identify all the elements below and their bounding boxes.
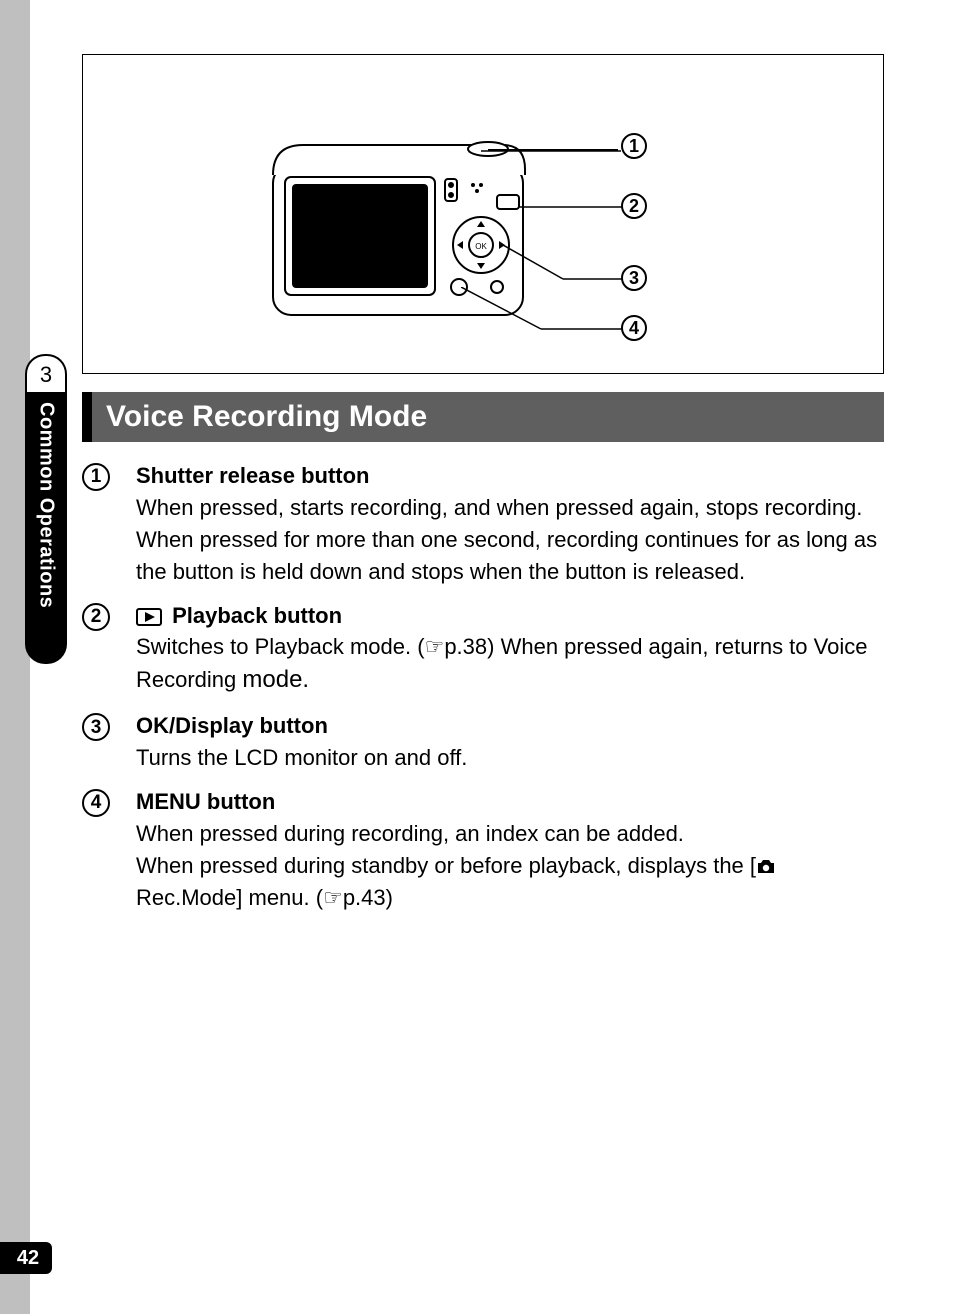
item-1: 1 Shutter release button When pressed, s… <box>82 460 884 588</box>
item-1-num: 1 <box>82 463 110 491</box>
item-4-num: 4 <box>82 789 110 817</box>
chapter-label: Common Operations <box>25 392 67 664</box>
item-3: 3 OK/Display button Turns the LCD monito… <box>82 710 884 774</box>
leader-3 <box>503 245 629 285</box>
callout-4: 4 <box>621 315 647 341</box>
item-3-title: OK/Display button <box>136 713 328 738</box>
item-1-title: Shutter release button <box>136 463 369 488</box>
item-3-num: 3 <box>82 713 110 741</box>
callout-2: 2 <box>621 193 647 219</box>
camera-diagram-box: OK 1 2 3 4 <box>82 54 884 374</box>
item-2-num: 2 <box>82 603 110 631</box>
callout-1: 1 <box>621 133 647 159</box>
page-number: 42 <box>0 1242 52 1274</box>
leader-1 <box>481 141 631 161</box>
ref-icon-2: ☞ <box>323 885 343 910</box>
item-list: 1 Shutter release button When pressed, s… <box>82 460 884 913</box>
item-3-body-a: Turns the LCD monitor on and off. <box>136 745 467 770</box>
item-2-ref: p.38 <box>444 634 487 659</box>
leader-2 <box>519 201 629 213</box>
svg-text:OK: OK <box>475 242 487 251</box>
chapter-number: 3 <box>25 354 67 394</box>
item-2-title: Playback button <box>166 603 342 628</box>
chapter-tab: 3 Common Operations <box>25 354 67 664</box>
camera-icon <box>756 859 776 875</box>
item-4-body-a: When pressed during recording, an index … <box>136 821 684 846</box>
item-2: 2 Playback button Switches to Playback m… <box>82 600 884 699</box>
section-header: Voice Recording Mode <box>82 392 884 442</box>
item-4: 4 MENU button When pressed during record… <box>82 786 884 914</box>
item-1-body-b: When pressed for more than one second, r… <box>136 527 877 584</box>
item-4-title: MENU button <box>136 789 275 814</box>
playback-icon <box>136 608 162 626</box>
item-4-body-b-post: ) <box>386 885 393 910</box>
item-2-body-tail: mode. <box>242 666 309 693</box>
item-4-body-b-mid: Rec.Mode] menu. ( <box>136 885 323 910</box>
ref-icon: ☞ <box>425 634 445 659</box>
item-2-body-pre: Switches to Playback mode. ( <box>136 634 425 659</box>
item-4-ref: p.43 <box>343 885 386 910</box>
item-4-body-b-pre: When pressed during standby or before pl… <box>136 853 756 878</box>
item-1-body-a: When pressed, starts recording, and when… <box>136 495 862 520</box>
leader-4 <box>461 287 631 335</box>
